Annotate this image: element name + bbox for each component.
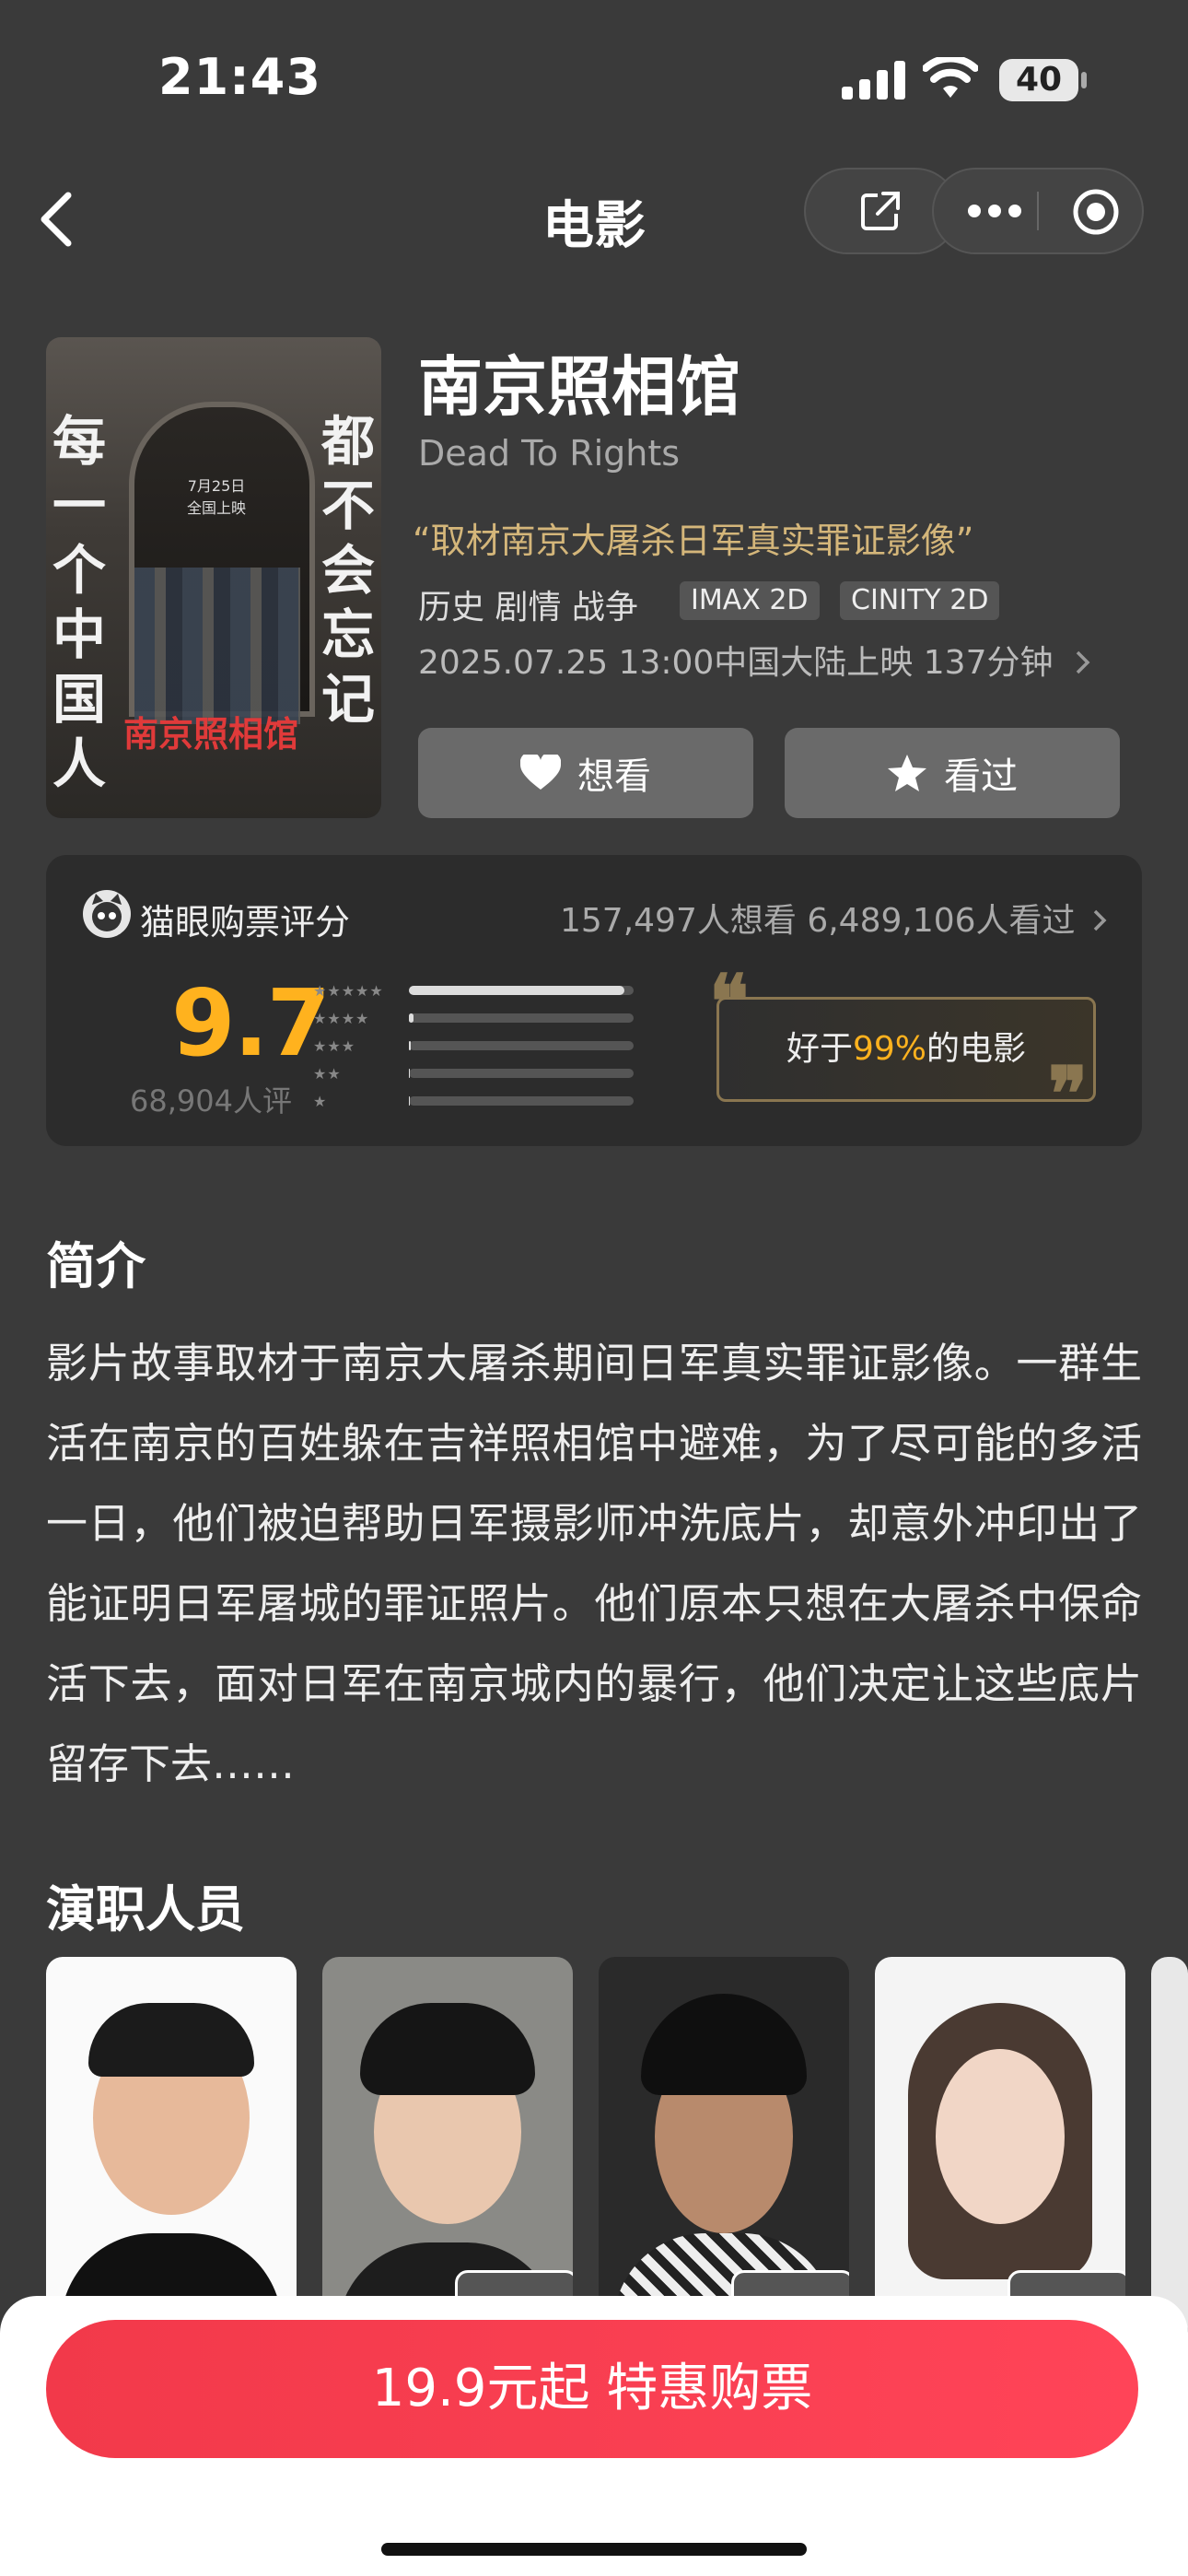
rating-bar-fill <box>409 1041 412 1050</box>
movie-tagline: “取材南京大屠杀日军真实罪证影像” <box>413 521 974 561</box>
chevron-right-icon <box>1093 909 1107 931</box>
share-icon <box>861 192 900 230</box>
poster-char: 记 <box>320 668 375 731</box>
rating-stats[interactable]: 157,497人想看 6,489,106人看过 <box>560 894 1110 942</box>
home-indicator[interactable] <box>381 2543 807 2556</box>
battery-tip <box>1081 72 1087 88</box>
poster-char: 人 <box>52 732 106 795</box>
badge-percent: 99% <box>852 1030 926 1068</box>
cast-photo-hair <box>88 2003 254 2077</box>
heart-icon <box>520 755 561 790</box>
rating-bar-fill <box>409 1013 413 1023</box>
rating-score: 9.7 <box>171 969 331 1077</box>
poster-char: 忘 <box>320 603 375 666</box>
cast-photo <box>936 2049 1065 2224</box>
capsule-menu <box>932 168 1144 254</box>
star-row-1: ★ <box>313 1093 328 1110</box>
star-row-4: ★★★★ <box>313 1010 370 1027</box>
release-text: 2025.07.25 13:00中国大陆上映 137分钟 <box>418 644 1054 682</box>
poster-char: 都 <box>320 410 375 473</box>
poster-char: 每 <box>52 410 106 473</box>
battery-indicator: 40 <box>999 59 1078 101</box>
want-label: 想看 <box>577 755 651 798</box>
synopsis-text[interactable]: 影片故事取材于南京大屠杀期间日军真实罪证影像。一群生活在南京的百姓躲在吉祥照相馆… <box>46 1323 1142 1804</box>
star-icon <box>888 755 926 791</box>
poster-char: 一 <box>52 474 106 537</box>
cast-card[interactable] <box>46 1957 297 2344</box>
seen-label: 看过 <box>944 755 1018 798</box>
movie-en-title: Dead To Rights <box>418 433 681 474</box>
synopsis-heading: 简介 <box>46 1237 146 1295</box>
poster-figures <box>134 568 300 724</box>
format-tag-imax: IMAX 2D <box>680 581 820 620</box>
status-time: 21:43 <box>158 48 321 106</box>
cast-card-partial[interactable] <box>1151 1957 1188 2344</box>
rating-bar-fill <box>409 986 625 995</box>
poster-char: 会 <box>320 539 375 602</box>
cast-photo-hair <box>641 1994 807 2095</box>
format-tag-cinity: CINITY 2D <box>840 581 1000 620</box>
open-quote-icon: ❝ <box>709 958 750 1045</box>
badge-suffix: 的电影 <box>926 1030 1027 1068</box>
cast-photo-hair <box>360 2003 535 2095</box>
rating-bar-fill <box>409 1069 411 1078</box>
rating-source: 猫眼购票评分 <box>140 902 351 943</box>
movie-poster[interactable]: 7月25日 全国上映 每 一 个 中 国 人 都 不 会 忘 记 南京照相馆 <box>46 337 381 818</box>
maoyan-cat-icon <box>83 890 131 938</box>
rating-bar-4 <box>409 1013 634 1023</box>
release-info[interactable]: 2025.07.25 13:00中国大陆上映 137分钟 <box>418 636 1093 684</box>
chevron-right-icon <box>1076 650 1090 674</box>
close-quote-icon: ❞ <box>1048 1050 1089 1137</box>
rating-bar-1 <box>409 1096 634 1106</box>
star-row-2: ★★ <box>313 1065 342 1083</box>
signal-icon <box>842 61 905 100</box>
cast-card[interactable] <box>875 1957 1125 2344</box>
wifi-icon <box>923 57 978 98</box>
cast-heading: 演职人员 <box>46 1880 245 1938</box>
poster-date: 7月25日 全国上映 <box>186 477 246 517</box>
movie-title: 南京照相馆 <box>418 349 740 425</box>
close-miniprogram-icon[interactable] <box>1072 188 1120 236</box>
movie-genres: 历史 剧情 战争 <box>418 589 638 626</box>
rating-count: 68,904人评 <box>130 1083 292 1118</box>
rating-bar-5 <box>409 986 634 995</box>
cast-card[interactable] <box>322 1957 573 2344</box>
poster-char: 不 <box>320 474 375 537</box>
star-row-3: ★★★ <box>313 1037 356 1055</box>
seen-button[interactable]: 看过 <box>785 728 1120 818</box>
rating-bar-3 <box>409 1041 634 1050</box>
badge-prefix: 好于 <box>786 1030 853 1068</box>
want-button[interactable]: 想看 <box>418 728 753 818</box>
poster-title: 南京照相馆 <box>123 713 299 755</box>
rating-stats-text: 157,497人想看 6,489,106人看过 <box>560 902 1076 940</box>
poster-char: 个 <box>52 539 106 602</box>
rating-bar-2 <box>409 1069 634 1078</box>
cast-card[interactable] <box>599 1957 849 2344</box>
poster-char: 国 <box>52 668 106 731</box>
more-icon[interactable] <box>967 203 1022 219</box>
buy-ticket-button[interactable]: 19.9元起 特惠购票 <box>46 2320 1138 2458</box>
star-row-5: ★★★★★ <box>313 982 384 1000</box>
rating-rank-badge: 好于99%的电影 <box>716 997 1096 1102</box>
poster-char: 中 <box>52 603 106 666</box>
rating-bar-fill <box>409 1096 411 1106</box>
